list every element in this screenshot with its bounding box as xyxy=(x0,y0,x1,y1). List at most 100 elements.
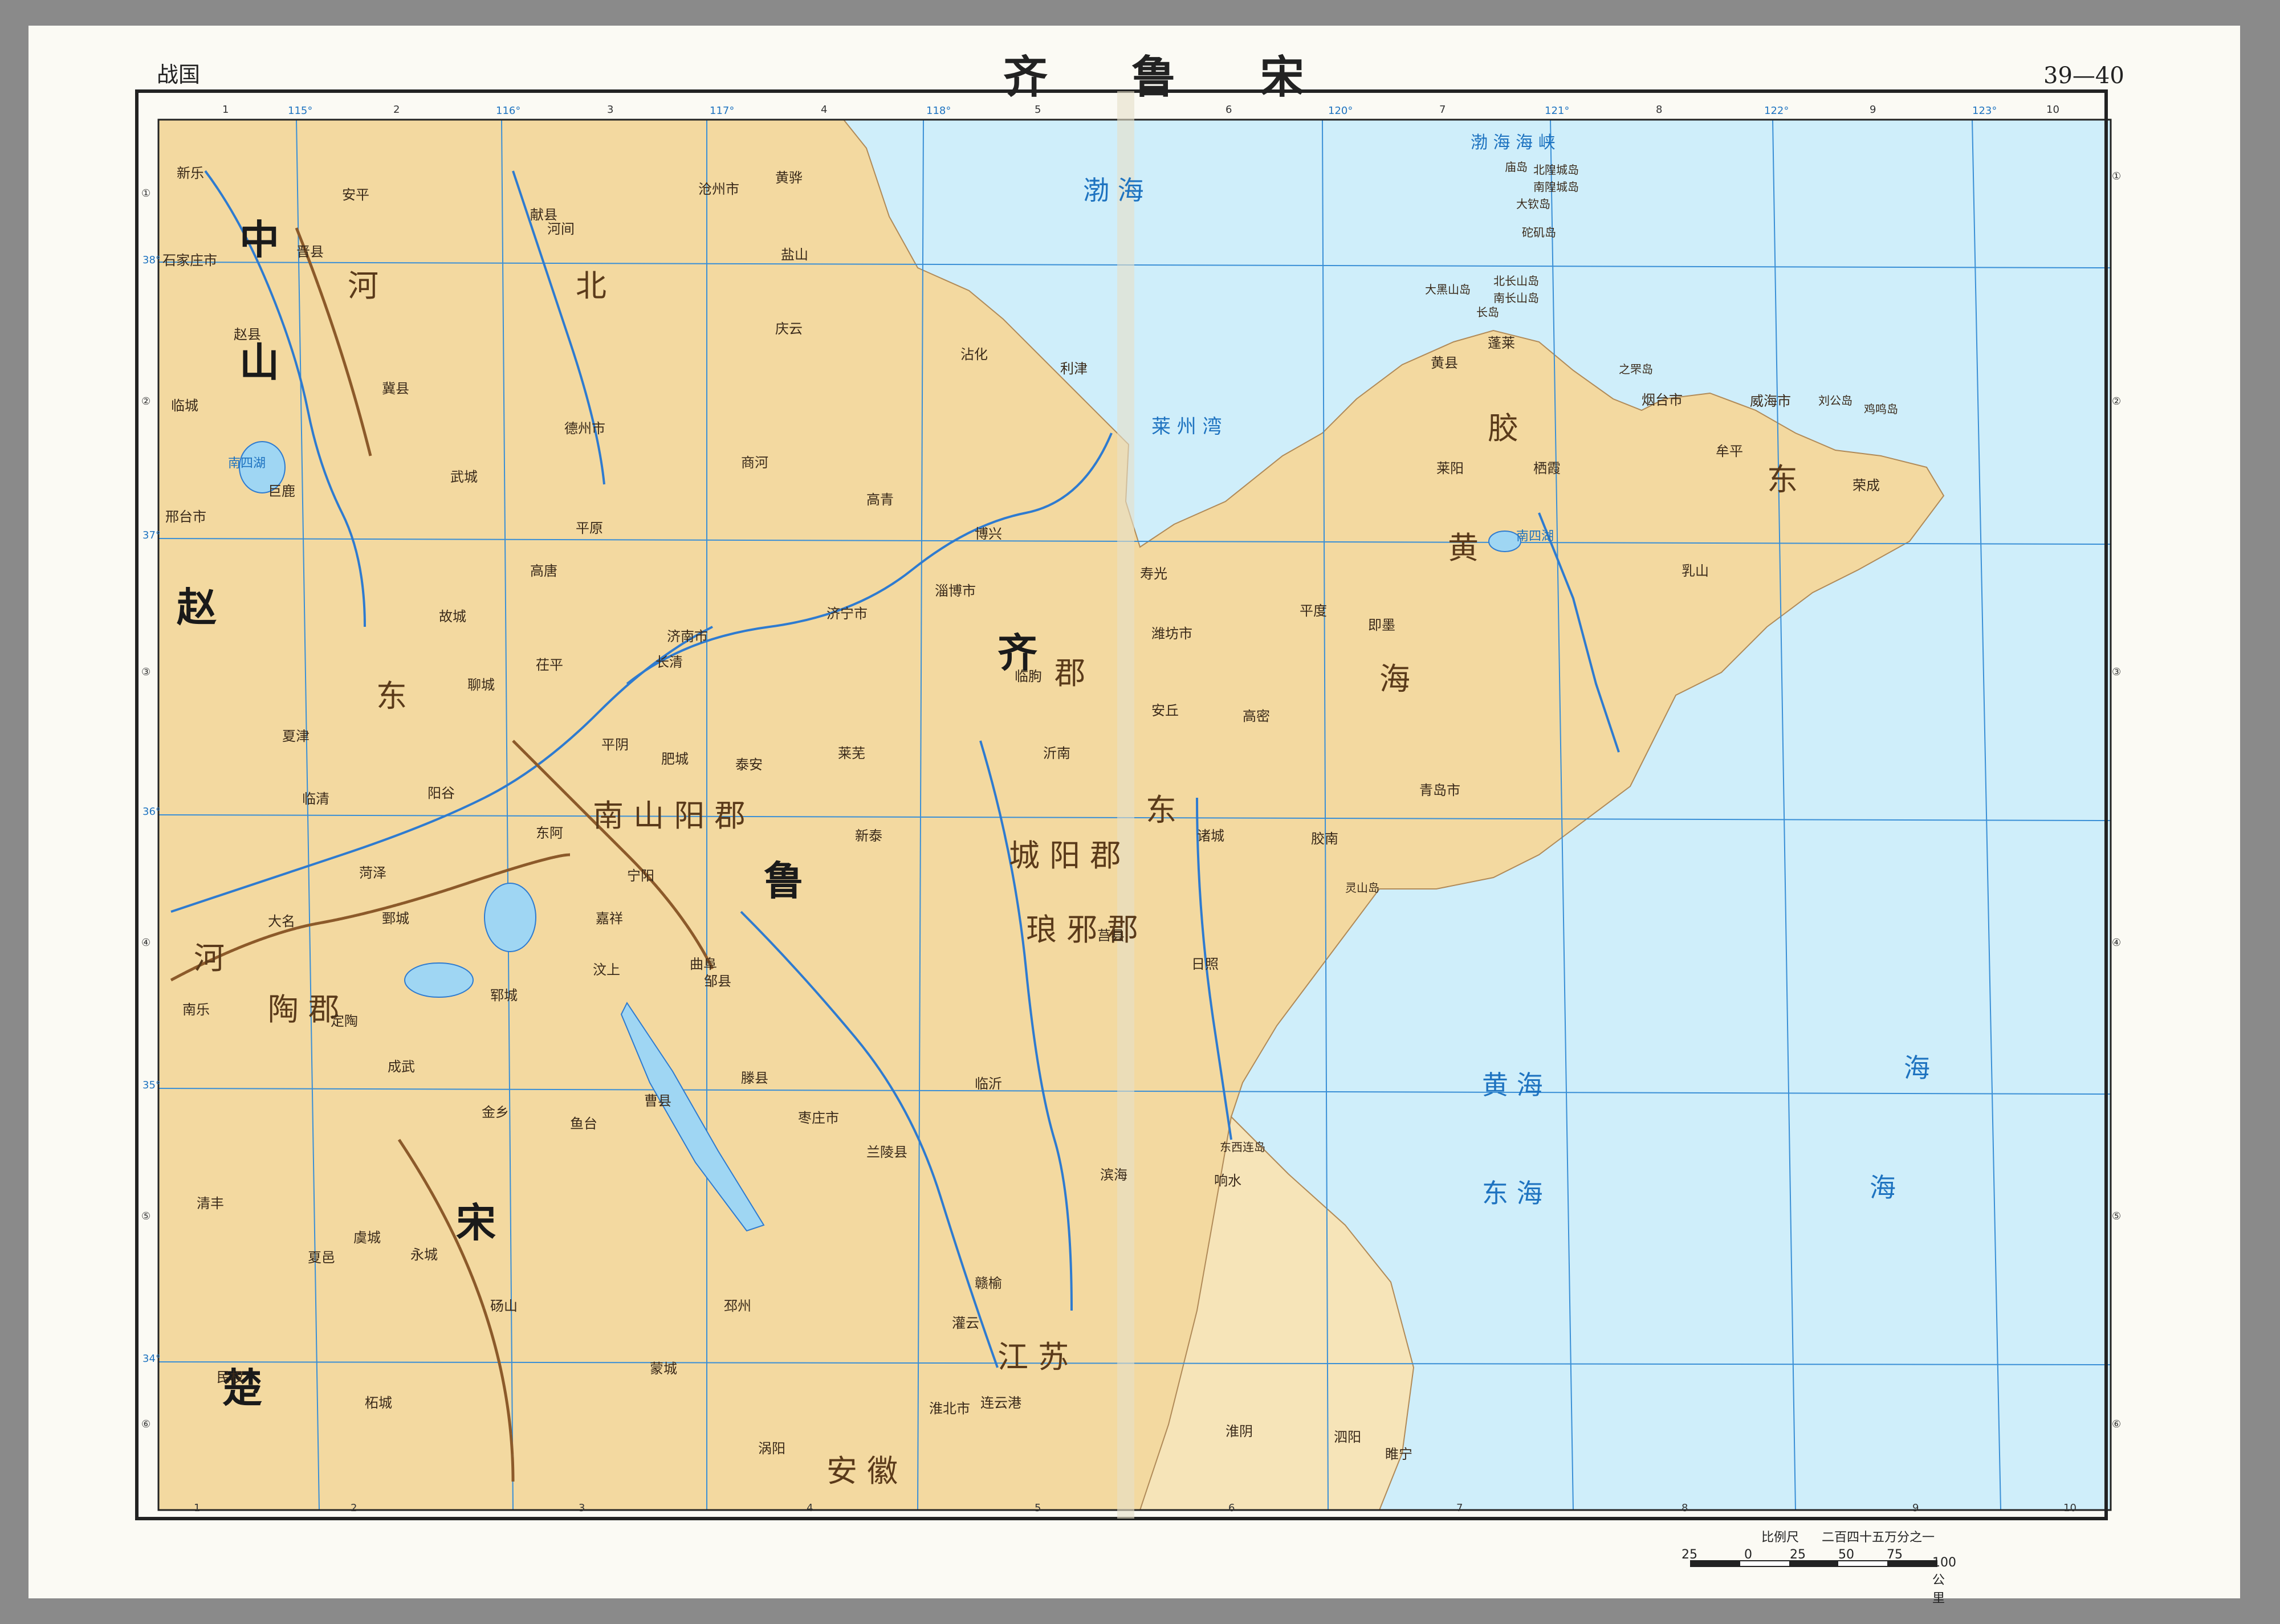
city: 平原 xyxy=(576,520,603,536)
svg-text:⑤: ⑤ xyxy=(141,1210,150,1222)
island: 灵山岛 xyxy=(1345,881,1379,895)
grid-col: 1 xyxy=(222,104,229,116)
city: 鄄城 xyxy=(382,911,409,927)
svg-text:①: ① xyxy=(141,187,150,199)
city: 荣成 xyxy=(1852,478,1880,493)
svg-text:120°: 120° xyxy=(1328,105,1353,117)
city: 庆云 xyxy=(775,321,803,337)
scale-ratio: 二百四十五万分之一 xyxy=(1822,1531,1935,1545)
city: 汶上 xyxy=(593,962,620,978)
city: 高唐 xyxy=(530,563,557,579)
city: 威海市 xyxy=(1750,393,1791,409)
city: 利津 xyxy=(1060,361,1088,377)
label-dong-2: 东 xyxy=(1146,792,1176,828)
city: 邢台市 xyxy=(165,509,206,525)
city: 高青 xyxy=(866,492,894,508)
city: 南乐 xyxy=(182,1002,210,1018)
city: 泰安 xyxy=(735,757,763,773)
city: 蒙城 xyxy=(650,1361,677,1377)
svg-text:116°: 116° xyxy=(496,105,520,117)
city: 平度 xyxy=(1300,603,1327,619)
city: 滨海 xyxy=(1100,1167,1127,1183)
lake-label: 南四湖 xyxy=(228,456,266,471)
city: 莱阳 xyxy=(1436,460,1464,476)
island: 北隍城岛 xyxy=(1533,163,1579,177)
label-jiao: 黄 xyxy=(1448,530,1479,566)
city: 东阿 xyxy=(536,825,563,841)
city: 献县 xyxy=(530,207,557,223)
state-zhong: 中 xyxy=(239,216,279,263)
label-anhui: 安 徽 xyxy=(826,1453,898,1489)
page-fold xyxy=(1117,91,1134,1519)
svg-text:36°: 36° xyxy=(142,806,161,818)
island: 北长山岛 xyxy=(1493,274,1539,288)
label-he: 河 xyxy=(348,268,378,304)
grid-col: 3 xyxy=(607,104,613,116)
island: 之罘岛 xyxy=(1619,362,1653,376)
sea-south-1: 海 xyxy=(1904,1052,1930,1083)
grid-col: 2 xyxy=(393,104,400,116)
scale-tick: 75 xyxy=(1887,1548,1903,1562)
island: 大钦岛 xyxy=(1516,197,1550,211)
svg-text:8: 8 xyxy=(1681,1502,1688,1514)
city: 安丘 xyxy=(1151,703,1179,719)
state-song: 宋 xyxy=(456,1199,496,1246)
city: 即墨 xyxy=(1368,617,1395,633)
svg-text:7: 7 xyxy=(1456,1502,1463,1514)
label-dong: 东 xyxy=(376,678,407,714)
svg-text:10: 10 xyxy=(2063,1502,2077,1514)
city: 博兴 xyxy=(975,526,1002,542)
city: 冀县 xyxy=(382,381,409,397)
city: 蓬莱 xyxy=(1488,335,1515,351)
state-zhao: 赵 xyxy=(177,584,217,631)
city: 晋县 xyxy=(296,244,324,260)
svg-text:37°: 37° xyxy=(142,529,161,541)
svg-text:5: 5 xyxy=(1035,1502,1041,1514)
state-lu: 鲁 xyxy=(764,857,804,904)
svg-text:34°: 34° xyxy=(142,1353,161,1365)
city: 虞城 xyxy=(353,1230,381,1246)
city: 临沂 xyxy=(975,1076,1002,1092)
scale-title: 比例尺 xyxy=(1761,1531,1799,1545)
city: 柘城 xyxy=(365,1395,392,1411)
label-lai: 东 xyxy=(1767,462,1798,497)
city: 栖霞 xyxy=(1533,460,1561,476)
svg-text:1: 1 xyxy=(194,1502,200,1514)
svg-text:3: 3 xyxy=(579,1502,585,1514)
city: 寿光 xyxy=(1140,566,1167,582)
label-jiangsu: 江 苏 xyxy=(997,1339,1069,1375)
island: 大黑山岛 xyxy=(1425,283,1471,296)
city: 民权 xyxy=(217,1369,244,1385)
city: 鱼台 xyxy=(570,1116,597,1132)
city: 金乡 xyxy=(482,1104,509,1120)
city: 临清 xyxy=(302,791,329,807)
city: 安平 xyxy=(342,187,369,203)
city: 睢宁 xyxy=(1385,1446,1412,1462)
island: 东西连岛 xyxy=(1220,1140,1265,1154)
city: 肥城 xyxy=(661,751,689,767)
label-jun: 郡 xyxy=(1054,655,1085,691)
city: 永城 xyxy=(410,1247,438,1263)
city: 大名 xyxy=(268,913,295,929)
label-nan-shan-yang: 南 山 阳 郡 xyxy=(593,798,746,834)
sea-yellow: 黄 海 xyxy=(1482,1070,1543,1100)
grid-col: 10 xyxy=(2046,104,2059,116)
city: 灌云 xyxy=(952,1315,979,1331)
island: 庙岛 xyxy=(1505,160,1528,174)
grid-col: 7 xyxy=(1439,104,1446,116)
label-bei: 北 xyxy=(576,268,606,304)
svg-text:④: ④ xyxy=(141,937,150,949)
city: 夏邑 xyxy=(308,1250,335,1266)
svg-text:122°: 122° xyxy=(1764,105,1789,117)
island: 鸡鸣岛 xyxy=(1864,402,1898,416)
city: 河间 xyxy=(547,221,575,237)
city: 滕县 xyxy=(741,1070,768,1086)
svg-text:9: 9 xyxy=(1912,1502,1919,1514)
city: 泗阳 xyxy=(1334,1429,1361,1445)
city: 菏泽 xyxy=(359,865,386,881)
city: 牟平 xyxy=(1716,443,1743,459)
city: 连云港 xyxy=(980,1395,1021,1411)
city: 石家庄市 xyxy=(162,252,217,268)
city: 砀山 xyxy=(490,1298,518,1314)
grid-col: 9 xyxy=(1870,104,1876,116)
